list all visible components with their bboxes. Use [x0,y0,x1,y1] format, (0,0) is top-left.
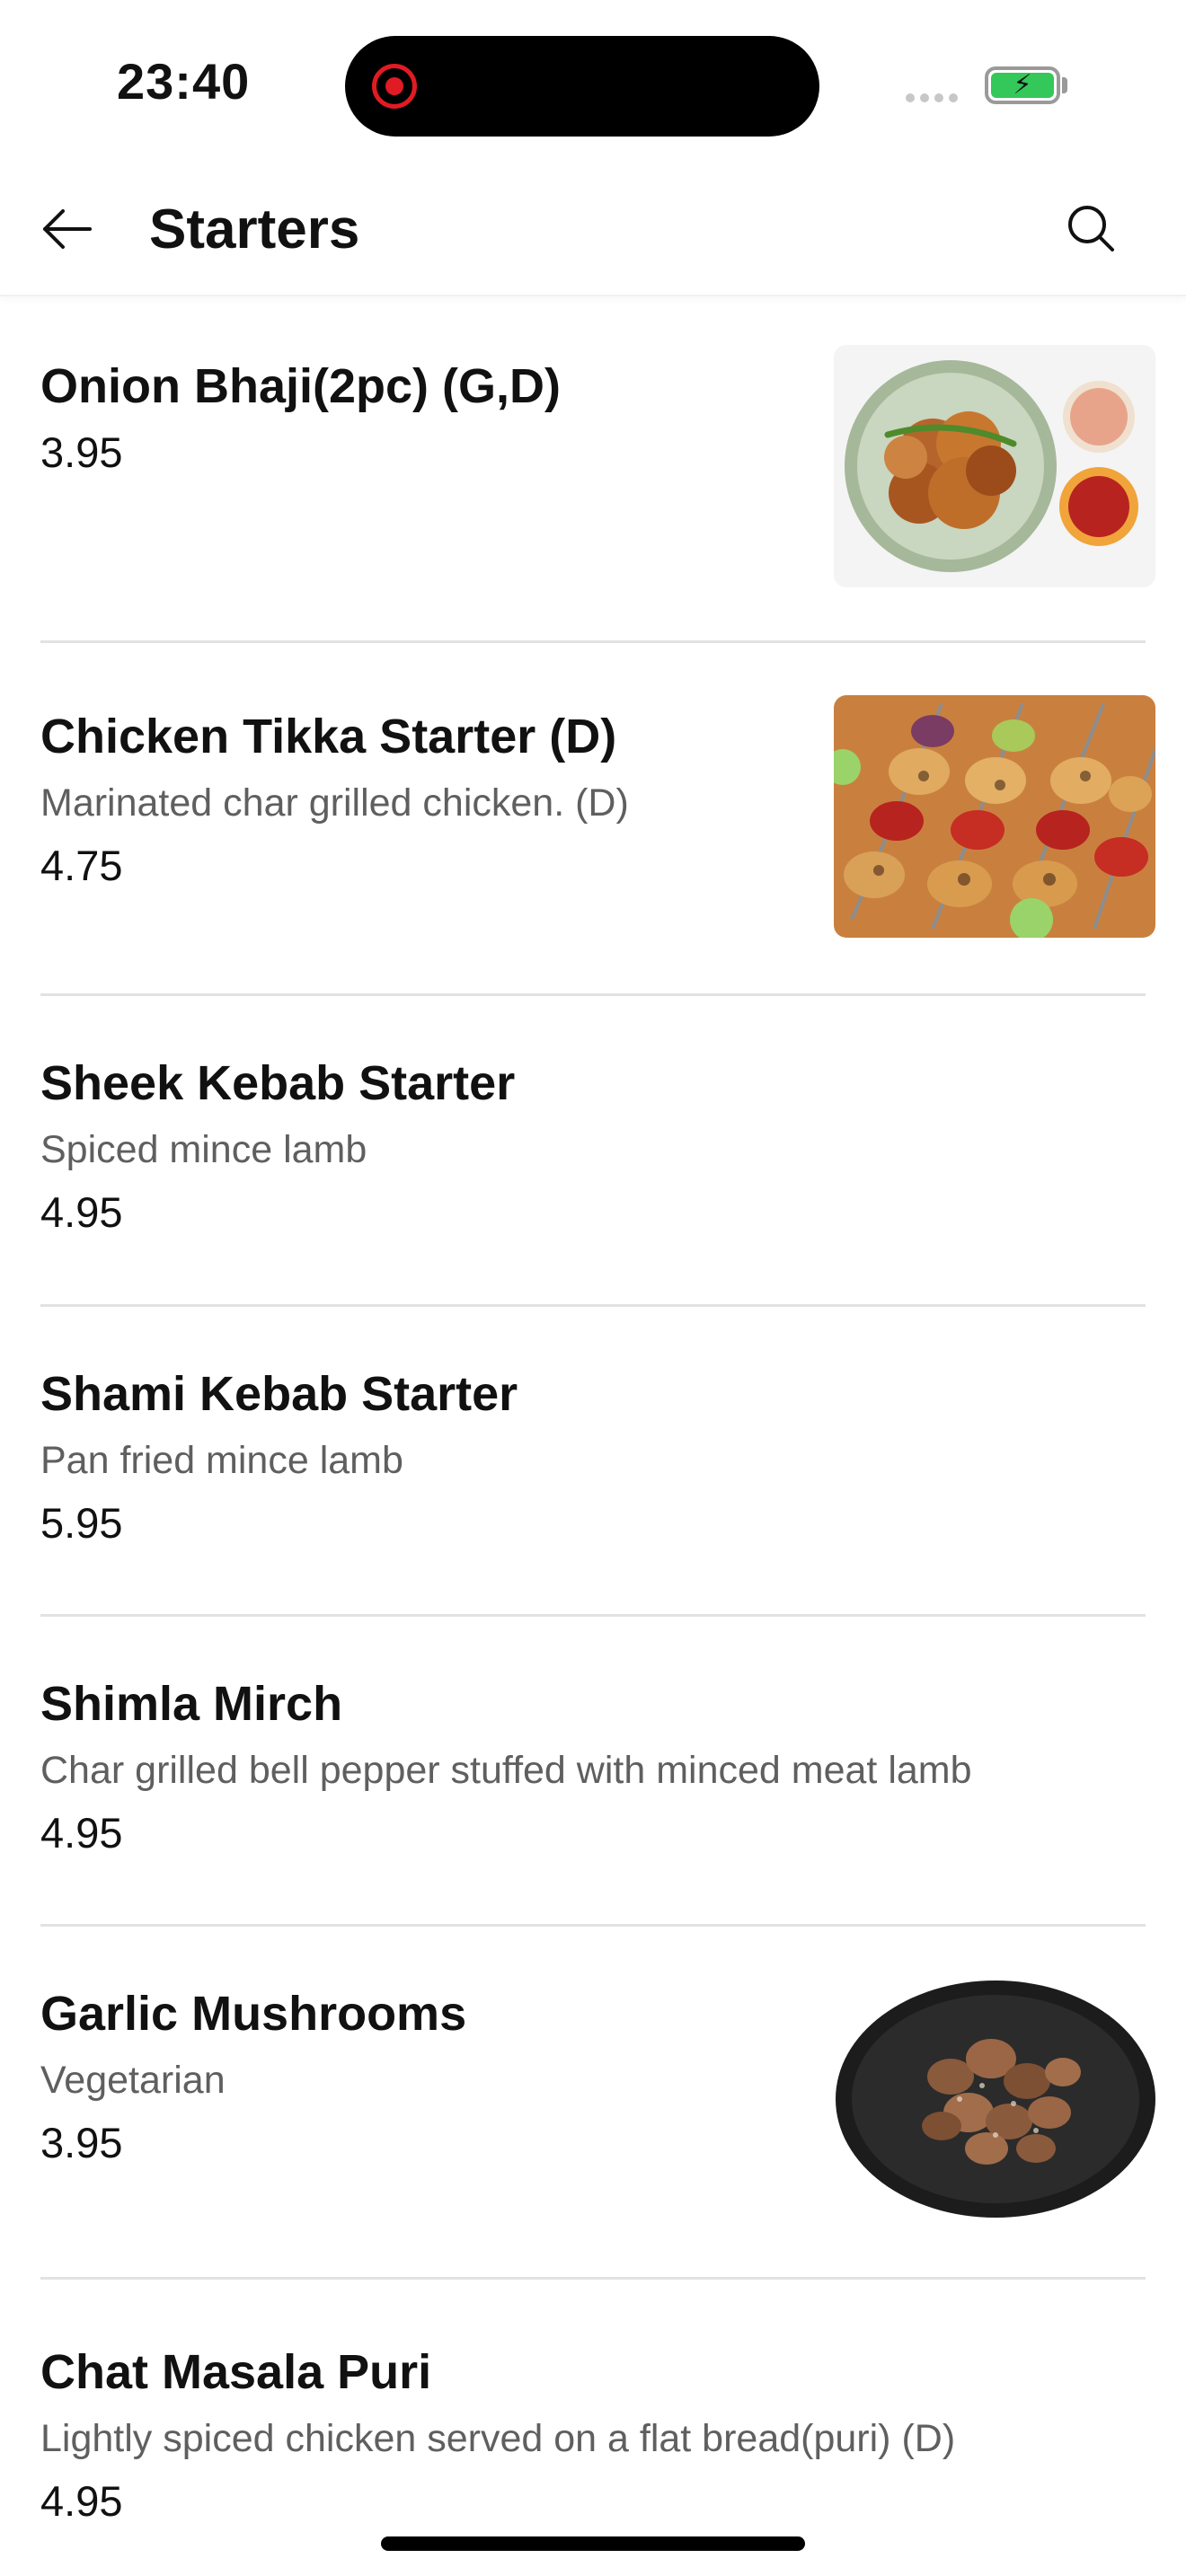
status-bar: 23:40 ⚡ [0,0,1186,171]
menu-item[interactable]: Garlic Mushrooms Vegetarian 3.95 [0,1928,1186,2280]
item-price: 3.95 [40,2119,123,2166]
item-name: Chicken Tikka Starter (D) [40,710,617,763]
search-icon [1068,206,1114,251]
item-description: Lightly spiced chicken served on a flat … [40,2417,956,2460]
item-price: 4.95 [40,1188,123,1236]
status-time: 23:40 [117,53,251,110]
home-indicator[interactable] [381,2536,805,2551]
divider [40,1614,1146,1617]
divider [40,640,1146,643]
menu-item[interactable]: Shami Kebab Starter Pan fried mince lamb… [0,1308,1186,1617]
item-description: Char grilled bell pepper stuffed with mi… [40,1749,972,1792]
item-description: Vegetarian [40,2059,226,2102]
app-header: Starters [0,171,1186,296]
onion-bhaji-photo[interactable] [834,345,1155,587]
item-price: 3.95 [40,428,123,476]
item-name: Garlic Mushrooms [40,1987,467,2041]
dynamic-island [345,36,819,137]
item-price: 4.95 [40,1809,123,1857]
menu-item[interactable]: Onion Bhaji(2pc) (G,D) 3.95 [0,296,1186,642]
divider [40,1304,1146,1307]
cellular-signal-icon [906,93,958,102]
menu-item[interactable]: Sheek Kebab Starter Spiced mince lamb 4.… [0,997,1186,1307]
divider [40,1924,1146,1927]
search-button[interactable] [1060,198,1123,260]
menu-item[interactable]: Chicken Tikka Starter (D) Marinated char… [0,645,1186,995]
divider [40,993,1146,996]
menu-item[interactable]: Shimla Mirch Char grilled bell pepper st… [0,1618,1186,1927]
back-button[interactable] [36,198,99,260]
chicken-tikka-photo[interactable] [834,695,1155,938]
menu-item[interactable]: Chat Masala Puri Lightly spiced chicken … [0,2280,1186,2568]
item-name: Shimla Mirch [40,1677,343,1731]
item-description: Spiced mince lamb [40,1128,367,1171]
item-name: Chat Masala Puri [40,2345,432,2399]
arrow-left-icon [43,209,92,249]
item-price: 4.75 [40,842,123,889]
item-price: 5.95 [40,1499,123,1547]
garlic-mushrooms-photo[interactable] [834,1978,1155,2220]
item-price: 4.95 [40,2477,123,2525]
battery-cap [1062,77,1067,93]
screen-record-icon [372,64,417,109]
item-name: Onion Bhaji(2pc) (G,D) [40,359,561,413]
item-description: Marinated char grilled chicken. (D) [40,781,629,825]
divider [40,2277,1146,2280]
battery-charging-icon: ⚡ [985,66,1060,104]
page-title: Starters [149,198,360,260]
item-description: Pan fried mince lamb [40,1439,403,1482]
item-name: Sheek Kebab Starter [40,1056,516,1110]
item-name: Shami Kebab Starter [40,1367,518,1421]
